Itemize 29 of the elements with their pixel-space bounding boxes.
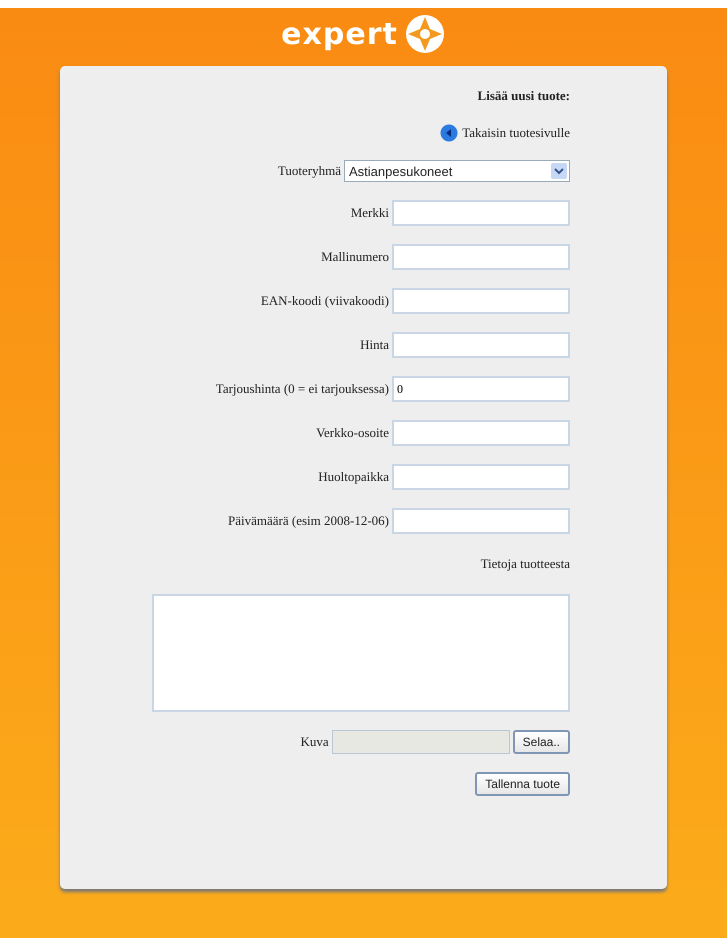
text-field[interactable] <box>392 464 570 490</box>
field-label: Merkki <box>350 205 389 221</box>
description-textarea[interactable] <box>152 594 570 712</box>
back-link[interactable]: Takaisin tuotesivulle <box>440 124 570 142</box>
field-label: Mallinumero <box>321 249 389 265</box>
text-field[interactable] <box>392 244 570 270</box>
field-label: Hinta <box>360 337 389 353</box>
category-dropdown[interactable]: Astianpesukoneet <box>344 160 570 182</box>
text-field[interactable] <box>392 200 570 226</box>
text-field[interactable] <box>392 508 570 534</box>
form-title: Lisää uusi tuote: <box>478 88 570 104</box>
field-label: Tarjoushinta (0 = ei tarjouksessa) <box>216 381 389 397</box>
field-label: Tuoteryhmä <box>278 163 341 179</box>
field-label: Päivämäärä (esim 2008-12-06) <box>228 513 389 529</box>
text-field[interactable] <box>392 332 570 358</box>
file-path-field[interactable] <box>332 730 510 754</box>
text-field[interactable] <box>392 288 570 314</box>
field-label: Kuva <box>300 734 329 750</box>
field-label: Huoltopaikka <box>318 469 389 485</box>
text-field[interactable]: 0 <box>392 376 570 402</box>
field-label: Verkko-osoite <box>316 425 389 441</box>
field-label: Tietoja tuotteesta <box>480 556 570 572</box>
text-field[interactable] <box>392 420 570 446</box>
star-logo-icon <box>404 13 446 55</box>
chevron-down-icon <box>551 163 567 179</box>
field-label: EAN-koodi (viivakoodi) <box>260 293 389 309</box>
logo-text: expert <box>281 16 398 52</box>
browse-button[interactable]: Selaa.. <box>512 730 570 754</box>
save-button[interactable]: Tallenna tuote <box>475 772 570 796</box>
